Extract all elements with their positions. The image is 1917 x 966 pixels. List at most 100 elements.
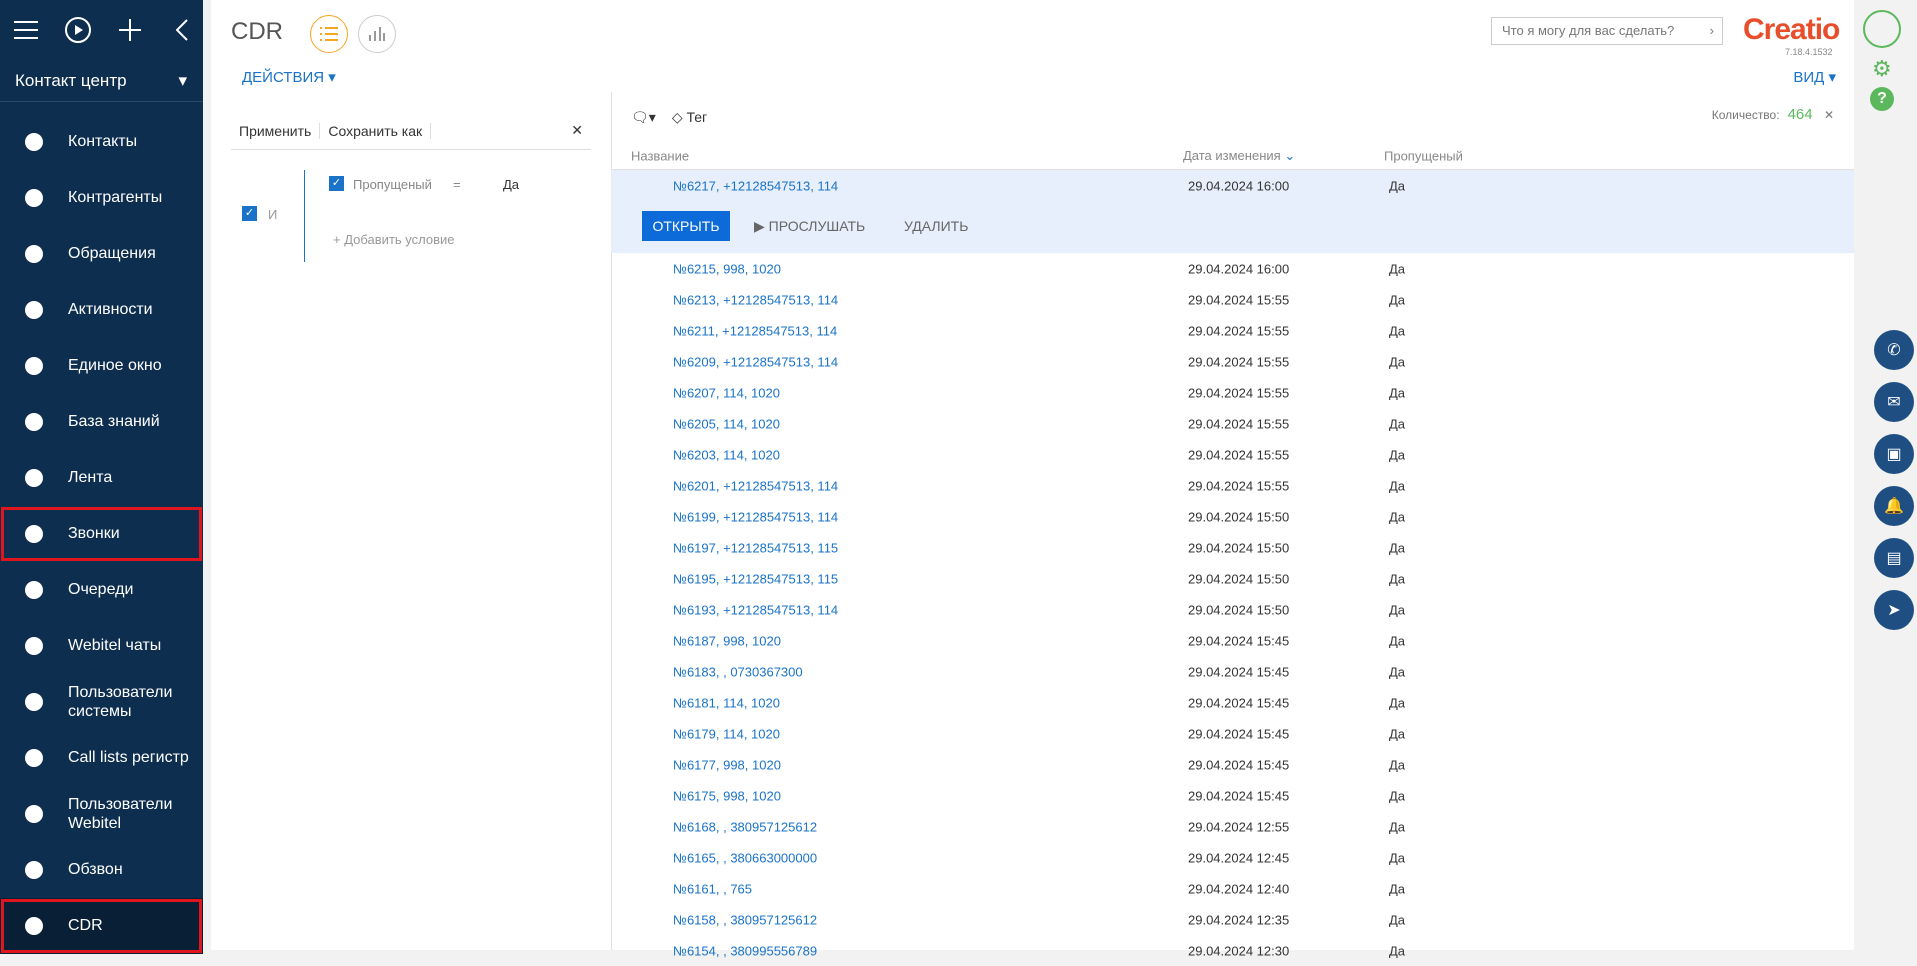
cell-name[interactable]: №6211, +12128547513, 114 xyxy=(673,323,837,338)
sidebar-item-8[interactable]: Очереди xyxy=(0,562,203,618)
table-row[interactable]: №6187, 998, 1020 29.04.2024 15:45 Да xyxy=(611,625,1854,656)
help-icon[interactable]: ? xyxy=(1870,87,1894,111)
group-operator[interactable]: И xyxy=(268,207,277,222)
col-name[interactable]: Название xyxy=(631,148,689,163)
close-icon[interactable]: ✕ xyxy=(563,122,591,139)
cell-name[interactable]: №6187, 998, 1020 xyxy=(673,633,781,648)
col-missed[interactable]: Пропущеный xyxy=(1384,148,1463,163)
table-row[interactable]: №6215, 998, 1020 29.04.2024 16:00 Да xyxy=(611,253,1854,284)
play-icon[interactable] xyxy=(64,16,92,44)
avatar[interactable] xyxy=(1863,10,1901,48)
cell-name[interactable]: №6193, +12128547513, 114 xyxy=(673,602,838,617)
sidebar-item-14[interactable]: CDR xyxy=(0,898,203,954)
cell-name[interactable]: №6195, +12128547513, 115 xyxy=(673,571,838,586)
table-row[interactable]: №6154, , 380995556789 29.04.2024 12:30 Да xyxy=(611,935,1854,966)
actions-menu[interactable]: ДЕЙСТВИЯ ▾ xyxy=(242,68,336,86)
chat-icon[interactable]: ▣ xyxy=(1874,434,1914,474)
table-row[interactable]: №6181, 114, 1020 29.04.2024 15:45 Да xyxy=(611,687,1854,718)
list-view-button[interactable] xyxy=(310,15,348,53)
table-row[interactable]: №6165, , 380663000000 29.04.2024 12:45 Да xyxy=(611,842,1854,873)
table-row[interactable]: №6193, +12128547513, 114 29.04.2024 15:50… xyxy=(611,594,1854,625)
cell-name[interactable]: №6209, +12128547513, 114 xyxy=(673,354,838,369)
cell-name[interactable]: №6183, , 0730367300 xyxy=(673,664,803,679)
workspace-select[interactable]: Контакт центр ▾ xyxy=(0,60,203,102)
cell-name[interactable]: №6175, 998, 1020 xyxy=(673,788,781,803)
cell-name[interactable]: №6215, 998, 1020 xyxy=(673,261,781,276)
table-row[interactable]: №6179, 114, 1020 29.04.2024 15:45 Да xyxy=(611,718,1854,749)
cell-name[interactable]: №6181, 114, 1020 xyxy=(673,695,780,710)
sidebar-item-11[interactable]: Call lists регистр xyxy=(0,730,203,786)
table-row[interactable]: №6207, 114, 1020 29.04.2024 15:55 Да xyxy=(611,377,1854,408)
table-row[interactable]: №6199, +12128547513, 114 29.04.2024 15:50… xyxy=(611,501,1854,532)
sidebar-item-9[interactable]: Webitel чаты xyxy=(0,618,203,674)
cell-name[interactable]: №6201, +12128547513, 114 xyxy=(673,478,838,493)
view-menu[interactable]: ВИД ▾ xyxy=(1793,68,1836,86)
table-row[interactable]: №6197, +12128547513, 115 29.04.2024 15:50… xyxy=(611,532,1854,563)
table-row[interactable]: №6211, +12128547513, 114 29.04.2024 15:55… xyxy=(611,315,1854,346)
table-row[interactable]: №6161, , 765 29.04.2024 12:40 Да xyxy=(611,873,1854,904)
sidebar-item-1[interactable]: Контрагенты xyxy=(0,170,203,226)
tag-menu-icon[interactable]: 🗨▾ xyxy=(631,109,656,126)
table-row[interactable]: №6209, +12128547513, 114 29.04.2024 15:55… xyxy=(611,346,1854,377)
cell-name[interactable]: №6199, +12128547513, 114 xyxy=(673,509,838,524)
sidebar-item-4[interactable]: Единое окно xyxy=(0,338,203,394)
cell-name[interactable]: №6217, +12128547513, 114 xyxy=(673,178,838,193)
table-row[interactable]: №6183, , 0730367300 29.04.2024 15:45 Да xyxy=(611,656,1854,687)
condition-operator[interactable]: = xyxy=(453,177,461,192)
document-icon[interactable]: ▤ xyxy=(1874,538,1914,578)
chart-view-button[interactable] xyxy=(358,15,396,53)
table-row[interactable]: №6168, , 380957125612 29.04.2024 12:55 Да xyxy=(611,811,1854,842)
gear-icon[interactable]: ⚙ xyxy=(1872,56,1892,82)
condition-field[interactable]: Пропущеный xyxy=(353,177,432,192)
sidebar-item-7[interactable]: Звонки xyxy=(0,506,203,562)
cell-name[interactable]: №6213, +12128547513, 114 xyxy=(673,292,838,307)
table-row[interactable]: №6213, +12128547513, 114 29.04.2024 15:55… xyxy=(611,284,1854,315)
cell-name[interactable]: №6168, , 380957125612 xyxy=(673,819,817,834)
cell-name[interactable]: №6179, 114, 1020 xyxy=(673,726,780,741)
cell-name[interactable]: №6177, 998, 1020 xyxy=(673,757,781,772)
listen-button[interactable]: ▶ ПРОСЛУШАТЬ xyxy=(754,218,865,235)
add-condition-button[interactable]: + Добавить условие xyxy=(333,232,455,247)
cell-name[interactable]: №6154, , 380995556789 xyxy=(673,943,817,958)
phone-icon[interactable]: ✆ xyxy=(1874,330,1914,370)
cell-name[interactable]: №6165, , 380663000000 xyxy=(673,850,817,865)
sidebar-item-12[interactable]: Пользователи Webitel xyxy=(0,786,203,842)
group-checkbox[interactable]: ✓ xyxy=(242,206,257,221)
cell-name[interactable]: №6197, +12128547513, 115 xyxy=(673,540,838,555)
table-row[interactable]: №6217, +12128547513, 114 29.04.2024 16:00… xyxy=(611,170,1854,201)
email-icon[interactable]: ✉ xyxy=(1874,382,1914,422)
apply-button[interactable]: Применить xyxy=(231,122,321,139)
condition-value[interactable]: Да xyxy=(503,177,519,192)
search-input[interactable]: Что я могу для вас сделать? › xyxy=(1491,17,1723,45)
col-date[interactable]: Дата изменения ⌄ xyxy=(1183,148,1295,164)
open-button[interactable]: ОТКРЫТЬ xyxy=(642,211,730,241)
cell-name[interactable]: №6205, 114, 1020 xyxy=(673,416,780,431)
table-row[interactable]: №6158, , 380957125612 29.04.2024 12:35 Да xyxy=(611,904,1854,935)
sidebar-item-3[interactable]: Активности xyxy=(0,282,203,338)
delete-button[interactable]: УДАЛИТЬ xyxy=(904,218,968,234)
cell-name[interactable]: №6207, 114, 1020 xyxy=(673,385,780,400)
sidebar-item-10[interactable]: Пользователи системы xyxy=(0,674,203,730)
cell-name[interactable]: №6158, , 380957125612 xyxy=(673,912,817,927)
plus-icon[interactable] xyxy=(116,16,144,44)
close-icon[interactable]: ✕ xyxy=(1824,108,1834,122)
sidebar-item-5[interactable]: База знаний xyxy=(0,394,203,450)
sidebar-item-0[interactable]: Контакты xyxy=(0,114,203,170)
send-icon[interactable]: ➤ xyxy=(1874,590,1914,630)
tag-button[interactable]: ◇ Тег xyxy=(672,109,707,126)
sidebar-item-13[interactable]: Обзвон xyxy=(0,842,203,898)
table-row[interactable]: №6175, 998, 1020 29.04.2024 15:45 Да xyxy=(611,780,1854,811)
sidebar-item-2[interactable]: Обращения xyxy=(0,226,203,282)
table-row[interactable]: №6203, 114, 1020 29.04.2024 15:55 Да xyxy=(611,439,1854,470)
table-row[interactable]: №6177, 998, 1020 29.04.2024 15:45 Да xyxy=(611,749,1854,780)
table-row[interactable]: №6201, +12128547513, 114 29.04.2024 15:55… xyxy=(611,470,1854,501)
save-as-button[interactable]: Сохранить как xyxy=(320,122,432,139)
bell-icon[interactable]: 🔔 xyxy=(1874,486,1914,526)
sidebar-item-6[interactable]: Лента xyxy=(0,450,203,506)
chevron-left-icon[interactable] xyxy=(168,16,196,44)
menu-icon[interactable] xyxy=(12,16,40,44)
cell-name[interactable]: №6161, , 765 xyxy=(673,881,752,896)
condition-checkbox[interactable]: ✓ xyxy=(329,176,344,191)
table-row[interactable]: №6205, 114, 1020 29.04.2024 15:55 Да xyxy=(611,408,1854,439)
cell-name[interactable]: №6203, 114, 1020 xyxy=(673,447,780,462)
